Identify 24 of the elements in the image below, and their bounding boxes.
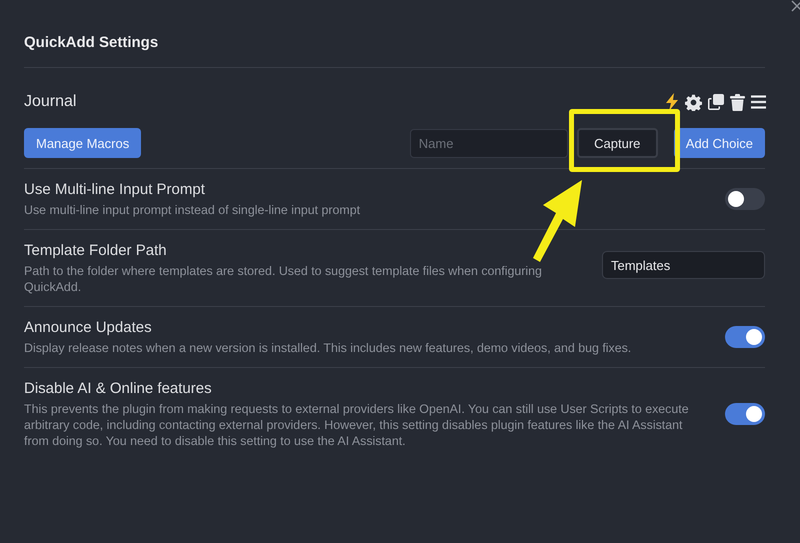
settings-title: QuickAdd Settings	[24, 0, 765, 68]
toggle-switch[interactable]	[725, 188, 765, 210]
toggle-switch[interactable]	[725, 403, 765, 425]
setting-description: Path to the folder where templates are stored. Used to suggest template files when configuring QuickAdd.	[24, 263, 543, 295]
close-icon[interactable]	[790, 0, 800, 12]
settings-icon[interactable]	[685, 94, 702, 110]
setting-description: Display release notes when a new version is installed. This includes new features, demo videos, and bug fixes.	[24, 340, 632, 356]
toggle-switch[interactable]	[725, 326, 765, 348]
folder-path-field[interactable]: Templates	[602, 251, 765, 280]
setting-description: This prevents the plugin from making requests to external providers like OpenAI. You can still use User Scripts to execute arbitrary code, including contacting external providers. However, this setting disables plugin features like the AI Assistant from doing so. You need to disable this setting to use the AI Assistant.	[24, 401, 690, 449]
setting-name: Announce Updates	[24, 318, 153, 338]
setting-description: Use multi-line input prompt instead of single-line input prompt	[24, 202, 362, 218]
setting-name: Disable AI & Online features	[24, 379, 213, 399]
choice-name: Journal	[24, 93, 76, 111]
lightning-icon[interactable]	[665, 93, 679, 111]
setting-name: Use Multi-line Input Prompt	[24, 180, 206, 200]
menu-icon[interactable]	[751, 95, 766, 109]
manage-macros-button[interactable]: Manage Macros	[24, 128, 142, 158]
trash-icon[interactable]	[730, 94, 745, 110]
copy-icon[interactable]	[708, 94, 724, 110]
setting-name: Template Folder Path	[24, 241, 168, 261]
name-field[interactable]: Name	[410, 128, 568, 158]
choice-type-button[interactable]: Capture	[576, 128, 658, 158]
add-choice-button[interactable]: Add Choice	[674, 128, 765, 158]
